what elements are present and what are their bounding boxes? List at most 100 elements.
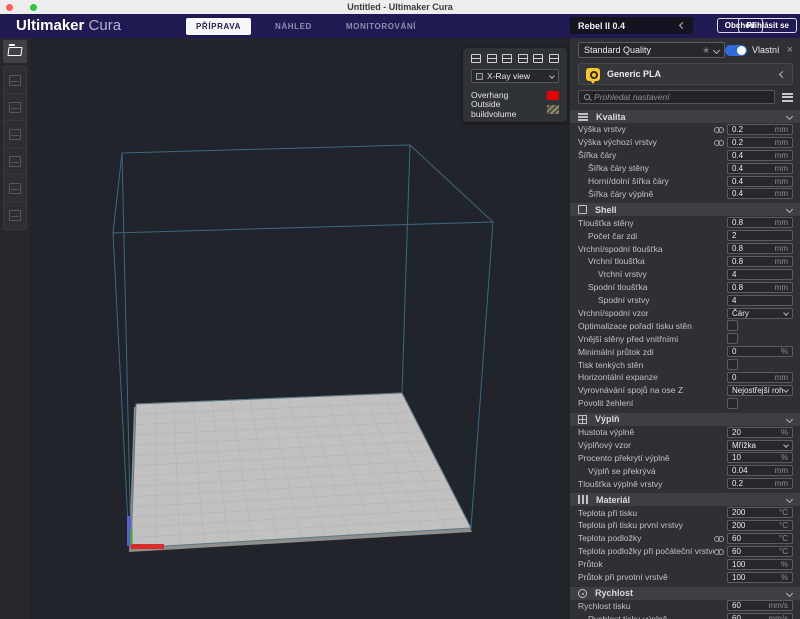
setting-input[interactable]: 0.8mm [727, 217, 793, 228]
setting-label: Teplota při tisku [578, 508, 714, 518]
settings-menu-icon[interactable] [782, 93, 793, 102]
link-icon [714, 534, 724, 542]
chevron-down-icon [786, 416, 793, 423]
setting-value: 0.4 [732, 151, 775, 160]
setting-input[interactable]: 0.8mm [727, 243, 793, 254]
setting-row: Šířka čáry výplně0.4mm [570, 187, 800, 200]
view-right-icon[interactable] [533, 54, 543, 63]
setting-input[interactable]: 0.2mm [727, 478, 793, 489]
setting-label: Průtok při prvotní vrstvě [578, 572, 714, 582]
setting-label: Teplota podložky při počáteční vrstvě [578, 546, 714, 556]
setting-input[interactable]: 200°C [727, 520, 793, 531]
section-header[interactable]: Materiál [570, 493, 800, 506]
rotate-tool-button[interactable] [4, 121, 26, 148]
setting-input[interactable]: 0.8mm [727, 256, 793, 267]
setting-input[interactable]: 200°C [727, 507, 793, 518]
view-left-icon[interactable] [518, 54, 528, 63]
profile-dropdown[interactable]: Standard Quality ★ [578, 42, 725, 58]
view-3d-icon[interactable] [471, 54, 481, 63]
setting-input[interactable]: 10% [727, 452, 793, 463]
scale-tool-button[interactable] [4, 94, 26, 121]
setting-input[interactable]: 60mm/s [727, 613, 793, 619]
build-volume-scene [0, 38, 570, 619]
setting-input[interactable]: 20% [727, 427, 793, 438]
setting-row: Výška výchozí vrstvy0.2mm [570, 136, 800, 149]
section-header[interactable]: Shell [570, 203, 800, 216]
setting-value: Čáry [732, 309, 784, 318]
tab-preview[interactable]: NÁHLED [265, 18, 322, 35]
setting-value: 200 [732, 521, 779, 530]
search-input[interactable] [594, 92, 769, 102]
tab-monitor[interactable]: MONITOROVÁNÍ [336, 18, 426, 35]
section-header[interactable]: Rychlost [570, 587, 800, 600]
mirror-tool-button[interactable] [4, 148, 26, 175]
setting-value: 60 [732, 614, 768, 619]
section-title: Materiál [596, 495, 787, 505]
setting-row: Výška vrstvy 0.2mm [570, 123, 800, 136]
setting-unit: mm [775, 466, 788, 475]
setting-input[interactable]: 0.8mm [727, 282, 793, 293]
material-selector[interactable]: Generic PLA [578, 63, 793, 85]
setting-input[interactable]: 60°C [727, 533, 793, 544]
setting-input[interactable]: 4 [727, 295, 793, 306]
setting-input[interactable]: 0% [727, 346, 793, 357]
setting-checkbox[interactable] [727, 320, 738, 331]
legend-swatch [547, 91, 559, 100]
setting-input[interactable]: 0.4mm [727, 176, 793, 187]
setting-input[interactable]: 2 [727, 230, 793, 241]
view-front-icon[interactable] [487, 54, 497, 63]
setting-input[interactable]: 0.4mm [727, 163, 793, 174]
setting-input[interactable]: 0.2mm [727, 124, 793, 135]
setting-dropdown[interactable]: Čáry [727, 308, 793, 319]
section-header[interactable]: Výplň [570, 413, 800, 426]
setting-input[interactable]: 0.2mm [727, 137, 793, 148]
setting-row: Spodní vrstvy4 [570, 294, 800, 307]
sign-in-button[interactable]: Přihlásit se [738, 18, 797, 33]
setting-label: Výška vrstvy [578, 124, 714, 134]
search-icon [584, 94, 590, 100]
setting-input[interactable]: 0.04mm [727, 465, 793, 476]
viewport-3d[interactable] [0, 38, 570, 619]
shell-icon [578, 205, 587, 214]
setting-row: Vyrovnávání spojů na ose ZNejostřejší ro… [570, 384, 800, 397]
setting-label: Minimální průtok zdi [578, 347, 714, 357]
close-icon[interactable]: × [787, 45, 793, 56]
setting-checkbox[interactable] [727, 398, 738, 409]
custom-settings-toggle[interactable] [725, 45, 747, 56]
per-model-settings-tool-button[interactable] [4, 175, 26, 202]
setting-input[interactable]: 0.4mm [727, 150, 793, 161]
setting-checkbox[interactable] [727, 333, 738, 344]
open-file-button[interactable] [3, 40, 27, 63]
chevron-down-icon [783, 388, 789, 394]
setting-input[interactable]: 0.4mm [727, 188, 793, 199]
section-title: Rychlost [595, 588, 787, 598]
view-top-icon[interactable] [502, 54, 512, 63]
setting-unit: mm [775, 177, 788, 186]
setting-input[interactable]: 4 [727, 269, 793, 280]
view-perspective-icon[interactable] [549, 54, 559, 63]
setting-value: 4 [732, 270, 788, 279]
setting-label: Vrchní tloušťka [578, 256, 714, 266]
material-icon [578, 495, 588, 504]
setting-input[interactable]: 100% [727, 559, 793, 570]
setting-dropdown[interactable]: Mřížka [727, 440, 793, 451]
view-mode-dropdown[interactable]: X-Ray view [471, 69, 559, 83]
quality-icon [578, 113, 588, 121]
setting-input[interactable]: 100% [727, 572, 793, 583]
setting-value: 10 [732, 453, 781, 462]
setting-checkbox[interactable] [727, 359, 738, 370]
app-header: Ultimaker Cura PŘÍPRAVANÁHLEDMONITOROVÁN… [0, 14, 800, 38]
setting-dropdown[interactable]: Nejostřejší roh [727, 385, 793, 396]
setting-input[interactable]: 60mm/s [727, 600, 793, 611]
setting-input[interactable]: 60°C [727, 546, 793, 557]
move-tool-button[interactable] [4, 67, 26, 94]
tab-prepare[interactable]: PŘÍPRAVA [186, 18, 251, 35]
setting-row: Teplota podložky60°C [570, 532, 800, 545]
section-header[interactable]: Kvalita [570, 110, 800, 123]
chevron-down-icon [783, 442, 789, 448]
setting-row: Výplň se překrývá0.04mm [570, 464, 800, 477]
setting-input[interactable]: 0mm [727, 372, 793, 383]
printer-selector[interactable]: Rebel II 0.4 [570, 17, 693, 34]
setting-row: Vrchní tloušťka 0.8mm [570, 255, 800, 268]
support-blocker-tool-button[interactable] [4, 202, 26, 229]
